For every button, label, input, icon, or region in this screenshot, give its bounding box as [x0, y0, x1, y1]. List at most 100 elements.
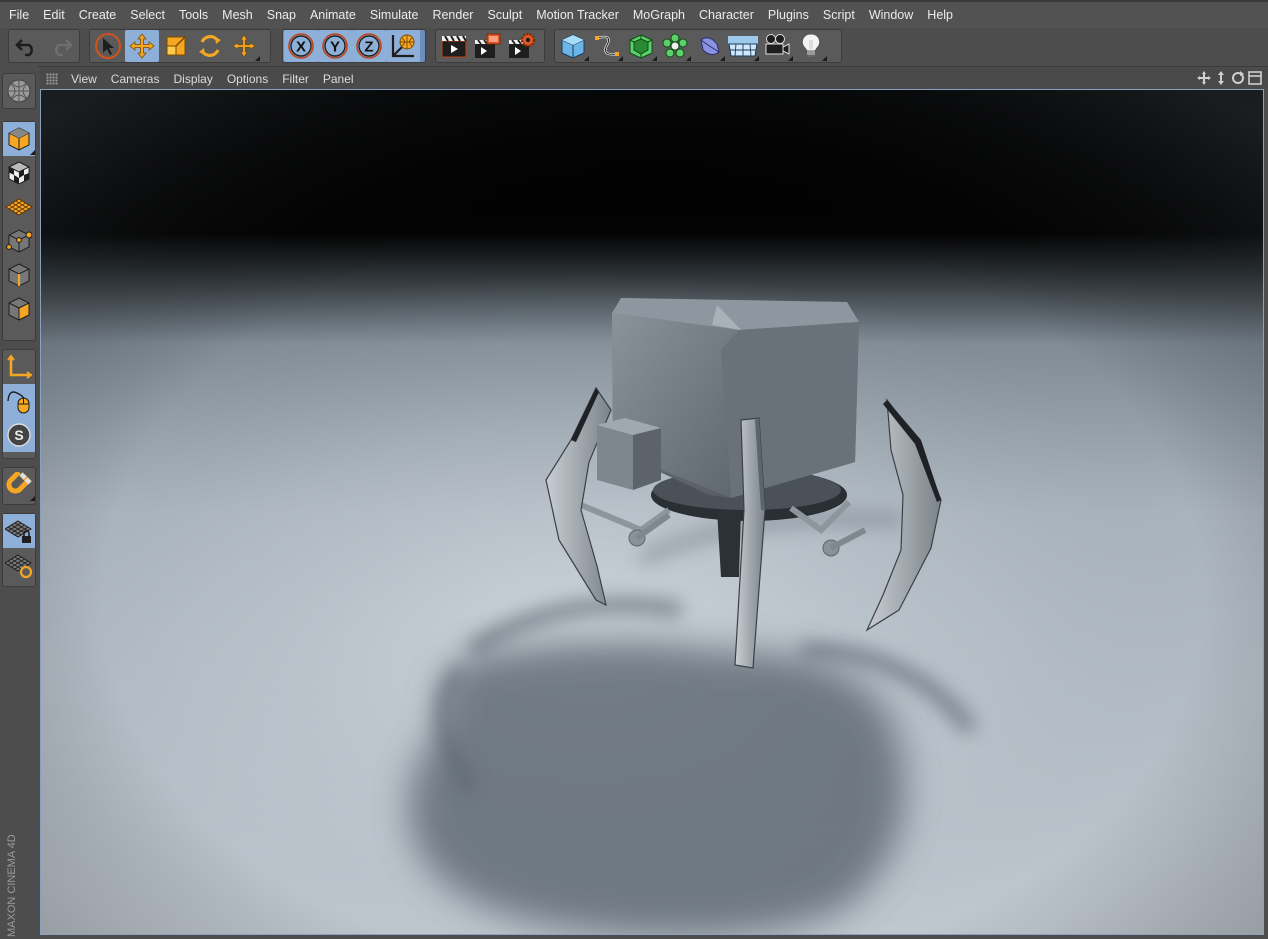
- viewport-menu-panel[interactable]: Panel: [316, 72, 361, 86]
- menu-edit[interactable]: Edit: [36, 4, 72, 26]
- menu-sculpt[interactable]: Sculpt: [480, 4, 529, 26]
- texture-mode-button[interactable]: [3, 156, 35, 190]
- transform-tools-group: [89, 29, 271, 63]
- wireframe-sphere-icon: [7, 79, 31, 103]
- locked-workplane-button[interactable]: [3, 514, 35, 548]
- z-axis-lock-button[interactable]: Z: [352, 30, 386, 62]
- menu-help[interactable]: Help: [920, 4, 960, 26]
- workplane-grid-icon: [5, 198, 33, 216]
- menu-script[interactable]: Script: [816, 4, 862, 26]
- rendered-scene: [41, 90, 1263, 934]
- enable-axis-button[interactable]: [3, 350, 35, 384]
- svg-text:Y: Y: [330, 39, 340, 56]
- viewport-menu-display[interactable]: Display: [166, 72, 219, 86]
- viewport-navigation: [1197, 71, 1262, 85]
- magnet-icon: [6, 472, 32, 494]
- viewport-menu-filter[interactable]: Filter: [275, 72, 316, 86]
- move-tool-button[interactable]: [125, 30, 159, 62]
- undo-redo-group: [8, 29, 80, 63]
- render-settings-button[interactable]: [505, 30, 539, 62]
- axis-lock-group: X Y Z: [282, 29, 426, 63]
- add-generator-button[interactable]: [624, 30, 658, 62]
- points-mode-button[interactable]: [3, 224, 35, 258]
- menu-file[interactable]: File: [2, 4, 36, 26]
- grid-rotate-icon: [5, 554, 33, 579]
- menu-mograph[interactable]: MoGraph: [626, 4, 692, 26]
- add-camera-button[interactable]: [760, 30, 794, 62]
- model-mode-button[interactable]: [3, 122, 35, 156]
- undo-button[interactable]: [10, 30, 44, 62]
- mode-palette: S MAXON CINEMA 4D: [0, 66, 38, 939]
- cross-arrows-icon: [232, 34, 256, 58]
- scale-tool-button[interactable]: [159, 30, 193, 62]
- menu-character[interactable]: Character: [692, 4, 761, 26]
- live-selection-button[interactable]: [91, 30, 125, 62]
- model-cube-icon: [8, 127, 30, 151]
- main-menu-bar: File Edit Create Select Tools Mesh Snap …: [0, 0, 1268, 28]
- tweak-mode-button[interactable]: [3, 384, 35, 418]
- redo-button[interactable]: [44, 30, 78, 62]
- svg-text:X: X: [296, 39, 306, 56]
- cinema4d-vertical-logo: MAXON CINEMA 4D: [6, 834, 18, 937]
- render-to-picture-viewer-button[interactable]: [471, 30, 505, 62]
- x-axis-lock-button[interactable]: X: [284, 30, 318, 62]
- menu-motion-tracker[interactable]: Motion Tracker: [529, 4, 626, 26]
- add-scene-floor-button[interactable]: [726, 30, 760, 62]
- edges-mode-button[interactable]: [3, 258, 35, 292]
- solo-s-icon: S: [7, 423, 31, 447]
- workplane-lock-group: [2, 513, 36, 587]
- menu-simulate[interactable]: Simulate: [363, 4, 426, 26]
- move-arrows-icon: [129, 33, 155, 59]
- viewport-menu-view[interactable]: View: [64, 72, 104, 86]
- mouse-tweak-icon: [7, 391, 30, 414]
- toggle-view-layout-icon[interactable]: [1248, 71, 1262, 85]
- menu-select[interactable]: Select: [123, 4, 172, 26]
- pan-view-icon[interactable]: [1197, 71, 1211, 85]
- add-mograph-cloner-button[interactable]: [658, 30, 692, 62]
- rotate-tool-button[interactable]: [193, 30, 227, 62]
- planar-workplane-button[interactable]: [3, 548, 35, 582]
- viewport-menu-cameras[interactable]: Cameras: [104, 72, 167, 86]
- menu-animate[interactable]: Animate: [303, 4, 363, 26]
- polygons-mode-button[interactable]: [3, 292, 35, 326]
- rotate-view-icon[interactable]: [1231, 71, 1245, 85]
- cloner-flower-icon: [662, 33, 688, 58]
- snap-group: [2, 467, 36, 505]
- deformer-bend-icon: [700, 37, 720, 56]
- add-cube-button[interactable]: [556, 30, 590, 62]
- add-light-button[interactable]: [794, 30, 828, 62]
- enable-snap-button[interactable]: [3, 468, 35, 502]
- viewport-menu-options[interactable]: Options: [220, 72, 275, 86]
- svg-text:S: S: [14, 427, 23, 443]
- render-picture-viewer-icon: [475, 33, 501, 58]
- workplane-mode-button[interactable]: [3, 190, 35, 224]
- y-axis-lock-button[interactable]: Y: [318, 30, 352, 62]
- world-coordinates-icon: [391, 34, 415, 58]
- transform-tools-button[interactable]: [227, 30, 261, 62]
- perspective-viewport[interactable]: [40, 89, 1264, 935]
- add-spline-button[interactable]: [590, 30, 624, 62]
- viewport-menu-bar: View Cameras Display Options Filter Pane…: [40, 68, 1268, 89]
- zoom-view-icon[interactable]: [1214, 71, 1228, 85]
- menu-mesh[interactable]: Mesh: [215, 4, 260, 26]
- object-modes-group: [2, 121, 36, 341]
- axis-modes-group: S: [2, 349, 36, 459]
- menu-render[interactable]: Render: [425, 4, 480, 26]
- menu-create[interactable]: Create: [72, 4, 124, 26]
- menu-tools[interactable]: Tools: [172, 4, 215, 26]
- add-deformer-button[interactable]: [692, 30, 726, 62]
- menu-window[interactable]: Window: [862, 4, 920, 26]
- menu-plugins[interactable]: Plugins: [761, 4, 816, 26]
- render-settings-gear-icon: [509, 32, 536, 58]
- coordinate-system-button[interactable]: [386, 30, 420, 62]
- selection-arrow-icon: [95, 33, 121, 59]
- render-view-button[interactable]: [437, 30, 471, 62]
- viewport-grip-icon[interactable]: [46, 72, 58, 85]
- undo-icon: [15, 39, 33, 57]
- solo-mode-button[interactable]: S: [3, 418, 35, 452]
- command-toolbar: X Y Z: [0, 28, 1268, 67]
- make-editable-button[interactable]: [3, 74, 35, 108]
- menu-snap[interactable]: Snap: [260, 4, 303, 26]
- camera-icon: [765, 34, 790, 55]
- redo-icon: [55, 39, 73, 57]
